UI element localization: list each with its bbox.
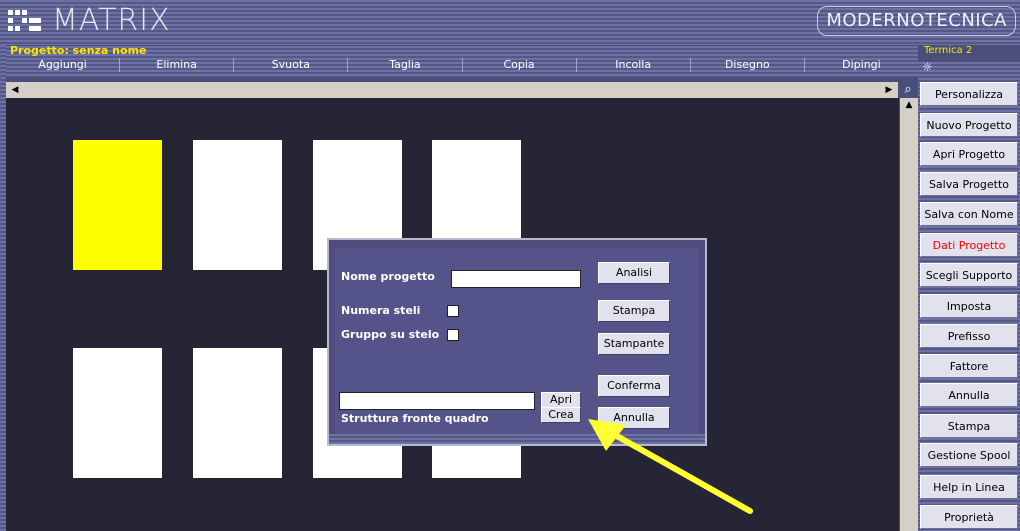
- pointer-arrow-icon: [588, 419, 753, 514]
- menu-elimina[interactable]: Elimina: [120, 58, 235, 72]
- menu-dipingi[interactable]: Dipingi: [805, 58, 918, 72]
- stampante-button[interactable]: Stampante: [598, 333, 670, 355]
- nuovo-progetto-button[interactable]: Nuovo Progetto: [920, 113, 1018, 137]
- numera-steli-label: Numera steli: [341, 304, 421, 317]
- struttura-fronte-label: Struttura fronte quadro: [341, 412, 489, 425]
- terminal-label: Termica 2: [924, 45, 973, 56]
- salva-con-nome-button[interactable]: Salva con Nome: [920, 202, 1018, 226]
- analisi-button[interactable]: Analisi: [598, 262, 670, 284]
- scroll-left-icon[interactable]: ◀: [8, 83, 22, 97]
- stampa-side-button[interactable]: Stampa: [920, 414, 1018, 438]
- personalizza-button[interactable]: Personalizza: [920, 82, 1018, 106]
- brand-logo: MODERNOTECNICA: [817, 6, 1016, 36]
- panel-card[interactable]: [73, 140, 162, 270]
- settings-gear-icon[interactable]: ☼: [922, 60, 933, 74]
- struttura-fronte-input[interactable]: [339, 392, 535, 410]
- app-header: MATRIX MODERNOTECNICA: [0, 0, 1020, 45]
- help-in-linea-button[interactable]: Help in Linea: [920, 475, 1018, 499]
- app-logo: MATRIX: [8, 3, 171, 39]
- menu-disegno[interactable]: Disegno: [691, 58, 805, 72]
- panel-card[interactable]: [193, 140, 282, 270]
- dati-progetto-button[interactable]: Dati Progetto: [920, 233, 1018, 257]
- panel-card[interactable]: [193, 348, 282, 478]
- vertical-scrollbar[interactable]: ▲: [900, 98, 918, 531]
- proprieta-button[interactable]: Proprietà: [920, 505, 1018, 529]
- apri-progetto-button[interactable]: Apri Progetto: [920, 142, 1018, 166]
- crea-button[interactable]: Crea: [541, 407, 581, 423]
- annulla-side-button[interactable]: Annulla: [920, 383, 1018, 407]
- salva-progetto-button[interactable]: Salva Progetto: [920, 172, 1018, 196]
- menu-copia[interactable]: Copia: [463, 58, 577, 72]
- gruppo-su-stelo-label: Gruppo su stelo: [341, 328, 440, 341]
- gestione-spool-button[interactable]: Gestione Spool: [920, 443, 1018, 467]
- conferma-button[interactable]: Conferma: [598, 375, 670, 397]
- menu-taglia[interactable]: Taglia: [348, 58, 463, 72]
- project-bar: Progetto: senza nome: [6, 44, 918, 58]
- gruppo-su-stelo-checkbox[interactable]: [447, 329, 459, 341]
- dialog-body: Nome progetto Numera steli Gruppo su ste…: [335, 248, 699, 434]
- stampa-dialog-button[interactable]: Stampa: [598, 300, 670, 322]
- prefisso-button[interactable]: Prefisso: [920, 324, 1018, 348]
- scroll-right-icon[interactable]: ▶: [882, 83, 896, 97]
- fattore-ripetizione-button[interactable]: Fattore Ripetizione: [920, 354, 1018, 397]
- menu-incolla[interactable]: Incolla: [577, 58, 691, 72]
- horizontal-scrollbar[interactable]: ◀ ▶: [6, 82, 898, 98]
- menu-bar: Aggiungi Elimina Svuota Taglia Copia Inc…: [6, 58, 918, 77]
- panel-card[interactable]: [73, 348, 162, 478]
- app-title: MATRIX: [52, 3, 171, 38]
- zoom-icon[interactable]: ⌕: [899, 82, 917, 98]
- imposta-carattere-button[interactable]: Imposta Carattere: [920, 294, 1018, 337]
- menu-aggiungi[interactable]: Aggiungi: [6, 58, 121, 72]
- numera-steli-checkbox[interactable]: [447, 305, 459, 317]
- menu-svuota[interactable]: Svuota: [234, 58, 349, 72]
- scegli-supporto-button[interactable]: Scegli Supporto: [920, 263, 1018, 287]
- project-name-label: Progetto: senza nome: [10, 44, 147, 57]
- apri-button[interactable]: Apri: [541, 392, 581, 408]
- nome-progetto-input[interactable]: [451, 270, 581, 288]
- nome-progetto-label: Nome progetto: [341, 270, 435, 283]
- matrix-logo-icon: [8, 8, 44, 34]
- scroll-up-icon[interactable]: ▲: [900, 98, 918, 112]
